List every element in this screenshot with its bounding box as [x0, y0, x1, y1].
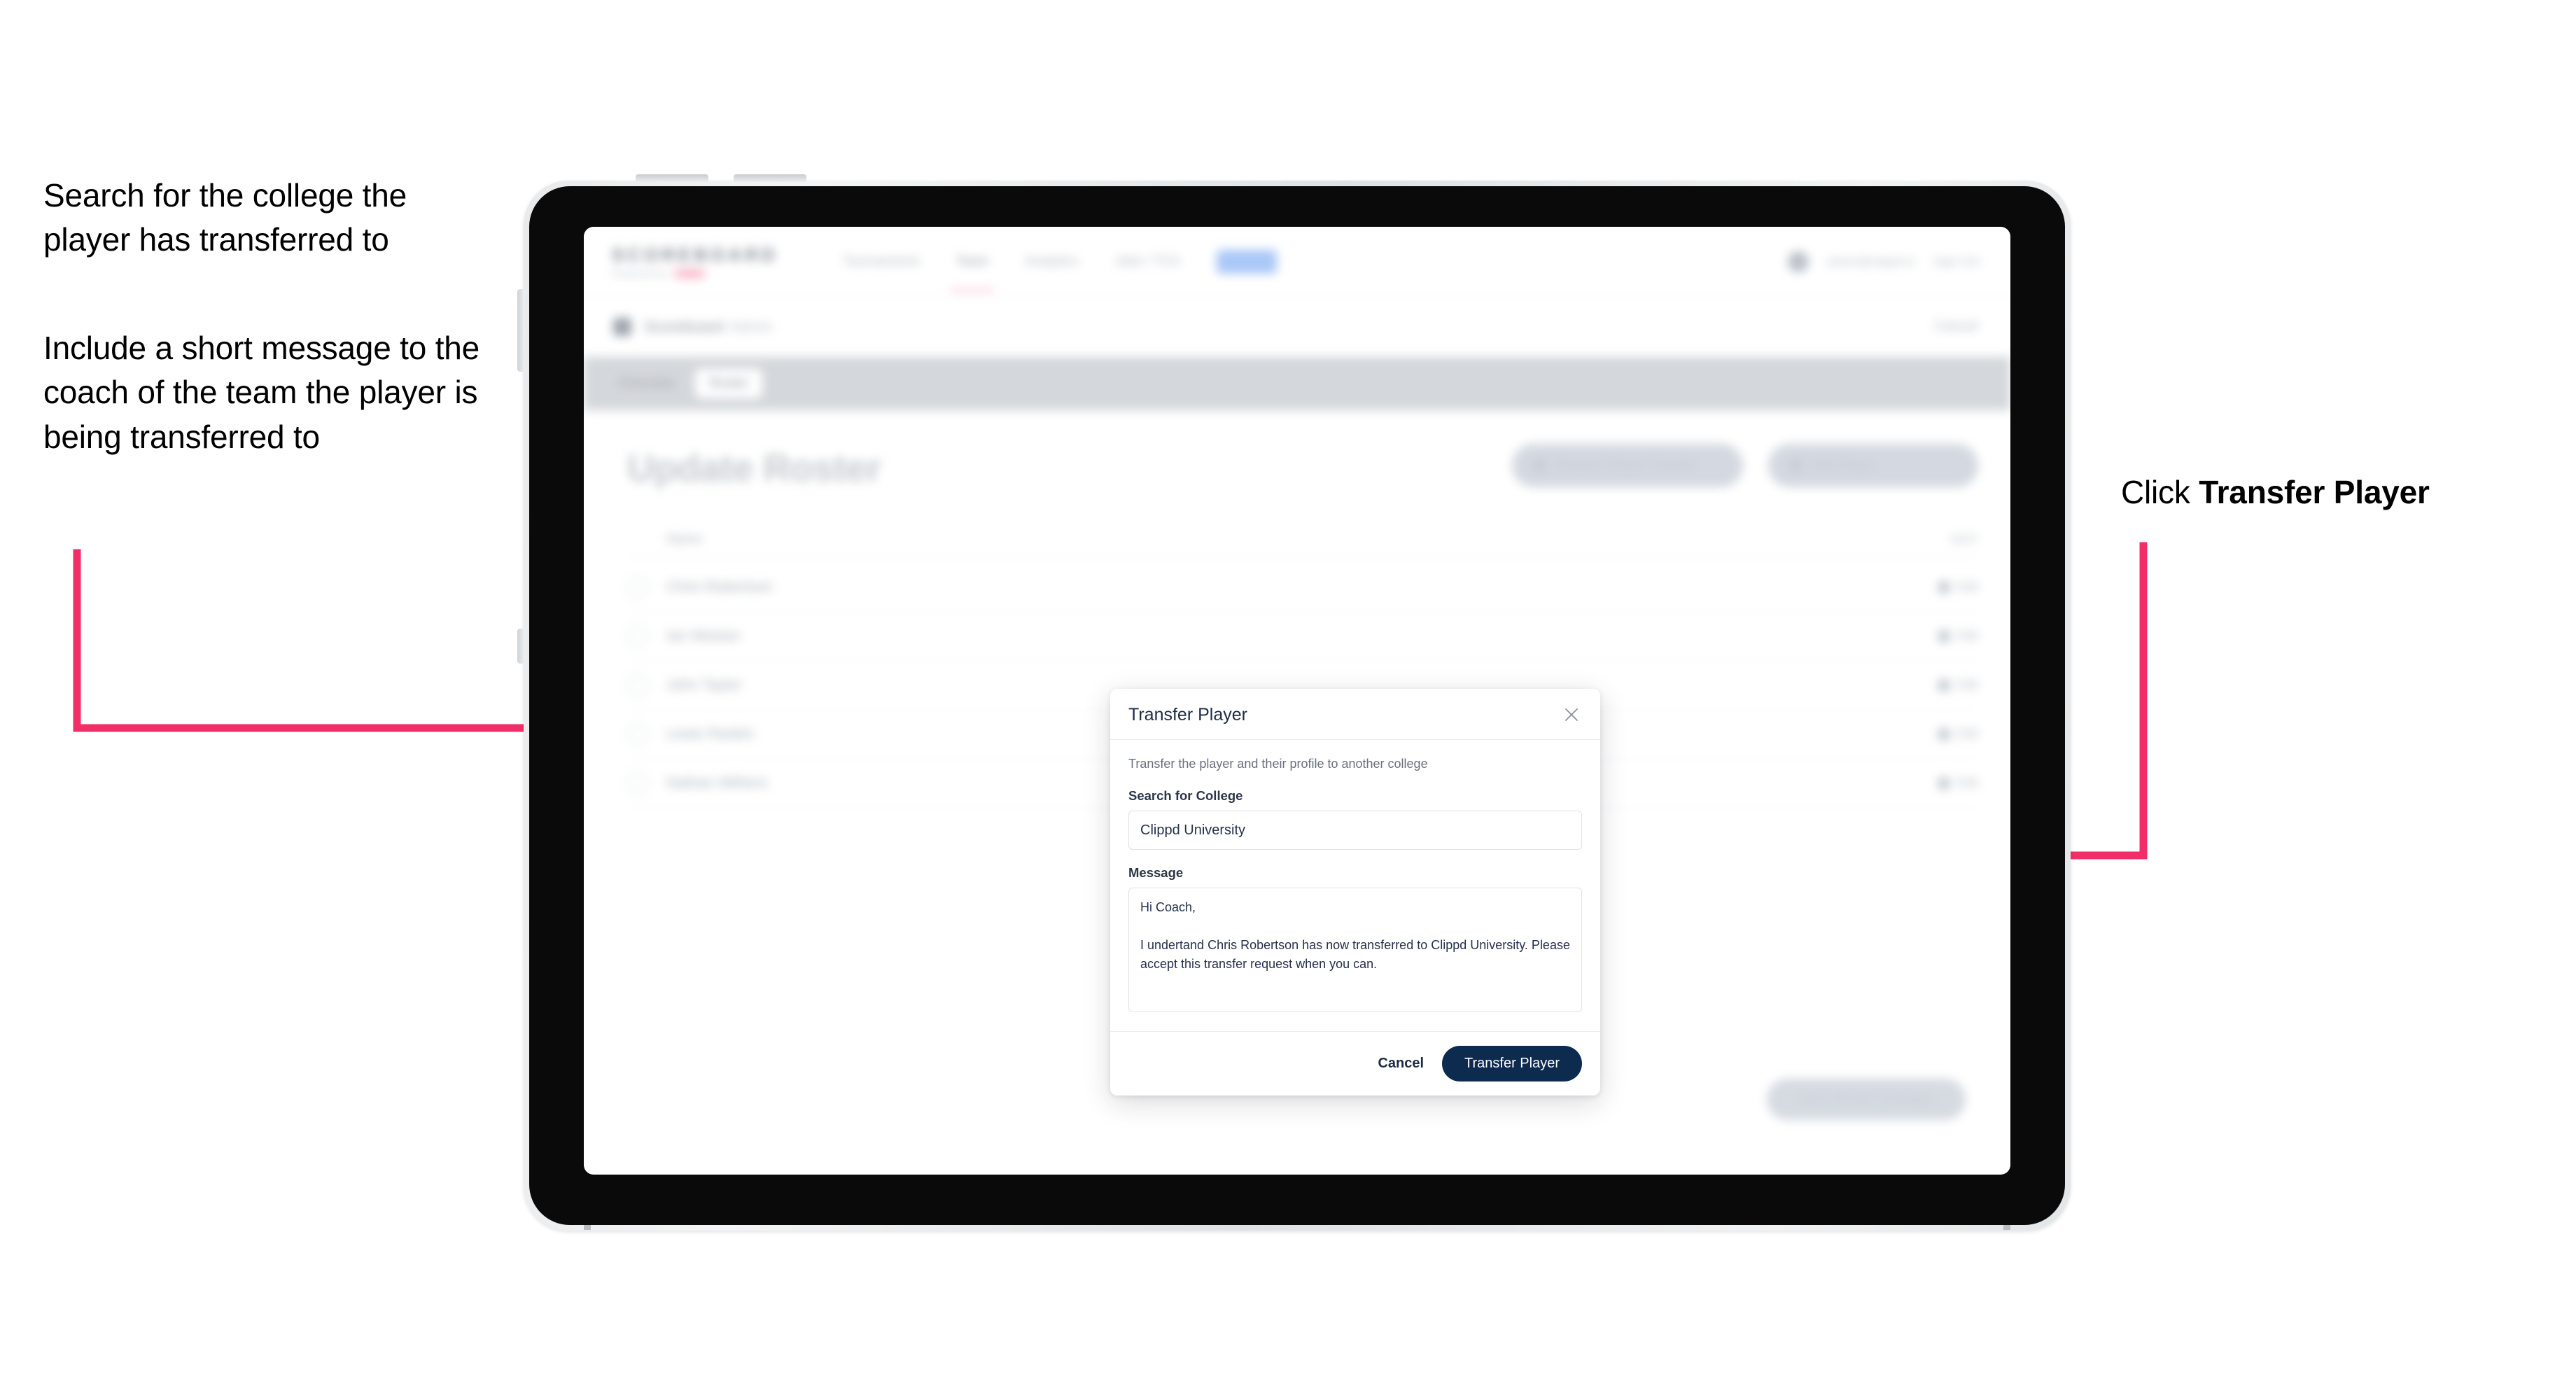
transfer-player-button[interactable]: Transfer Player	[1442, 1046, 1582, 1082]
tablet-bezel: SCOREBOARD Powered by clippd Tournaments…	[529, 186, 2065, 1225]
annotation-click-prefix: Click	[2121, 474, 2199, 510]
transfer-player-dialog: Transfer Player Transfer the player and …	[1110, 689, 1600, 1096]
volume-down-button[interactable]	[734, 174, 806, 182]
annotation-search-college: Search for the college the player has tr…	[43, 177, 407, 258]
tablet-device-frame: SCOREBOARD Powered by clippd Tournaments…	[517, 174, 2071, 1231]
modal-overlay: Transfer Player Transfer the player and …	[584, 227, 2010, 1175]
dialog-description: Transfer the player and their profile to…	[1128, 757, 1428, 771]
search-college-input[interactable]	[1128, 811, 1582, 850]
annotation-include-message: Include a short message to the coach of …	[43, 330, 480, 455]
side-button-secondary[interactable]	[517, 629, 525, 664]
screenshot-stage: Search for the college the player has tr…	[0, 0, 2576, 1386]
message-textarea[interactable]	[1128, 888, 1582, 1012]
message-field-label: Message	[1128, 865, 1184, 880]
annotation-click-bold: Transfer Player	[2199, 474, 2430, 510]
close-icon[interactable]	[1561, 704, 1582, 725]
tablet-screen: SCOREBOARD Powered by clippd Tournaments…	[584, 227, 2010, 1175]
college-field-label: Search for College	[1128, 788, 1243, 803]
volume-up-button[interactable]	[636, 174, 708, 182]
dialog-header: Transfer Player	[1110, 689, 1600, 740]
dialog-title: Transfer Player	[1128, 704, 1247, 724]
power-button[interactable]	[517, 289, 525, 372]
cancel-button[interactable]: Cancel	[1378, 1056, 1424, 1072]
annotation-click-transfer: Click Transfer Player	[2121, 470, 2555, 514]
dialog-footer: Cancel Transfer Player	[1110, 1031, 1600, 1096]
dialog-body: Transfer the player and their profile to…	[1110, 740, 1600, 1031]
field-spacer	[1128, 850, 1582, 865]
